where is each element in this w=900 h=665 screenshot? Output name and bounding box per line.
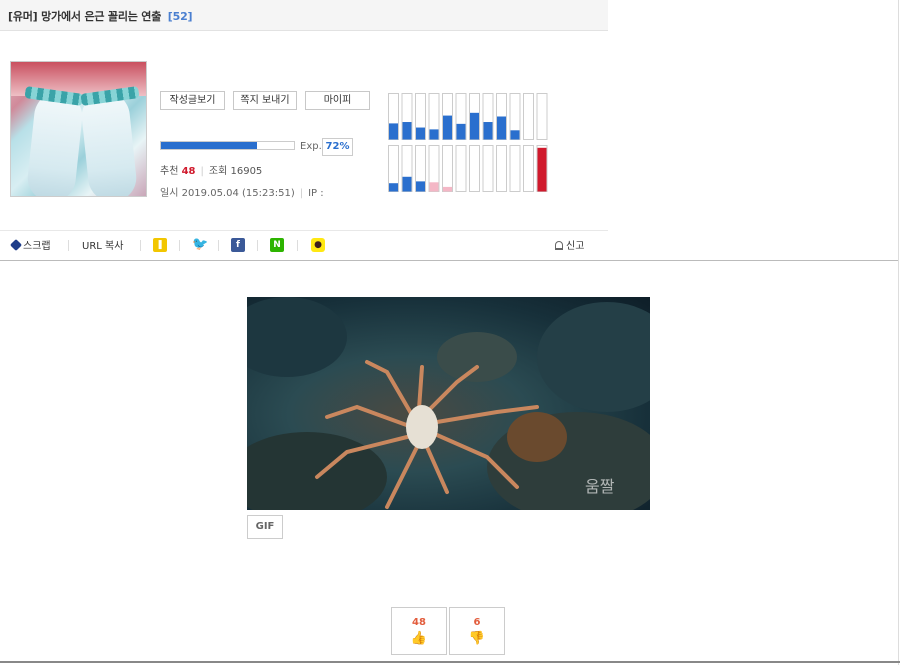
activity-slot [536, 93, 548, 140]
activity-bar [483, 122, 493, 140]
comment-count[interactable]: [52] [168, 10, 193, 23]
activity-bar [389, 123, 398, 140]
activity-bar [389, 183, 398, 192]
activity-bar [429, 129, 439, 140]
activity-bar [429, 182, 439, 192]
gif-badge[interactable]: GIF [247, 515, 283, 539]
exp-bar [160, 141, 295, 150]
activity-bar [497, 116, 506, 140]
activity-slot [442, 145, 453, 192]
recommend-count: 48 [181, 166, 196, 177]
views-count: 16905 [230, 166, 263, 177]
activity-bar [416, 127, 425, 140]
report-button[interactable]: 신고 [555, 237, 584, 252]
scrap-icon [9, 238, 23, 252]
activity-chart [388, 93, 554, 193]
activity-slot [509, 145, 521, 192]
activity-slot [455, 145, 467, 192]
downvote-count: 6 [473, 617, 481, 628]
exp-label: Exp. [300, 141, 322, 152]
activity-bar [402, 176, 412, 192]
activity-bar [443, 186, 452, 192]
kakao-icon[interactable]: ● [311, 238, 325, 252]
yellow-share-icon[interactable]: ❚ [153, 238, 167, 252]
post-gif[interactable]: 움짤 [247, 297, 650, 510]
views-label: 조회 [208, 166, 228, 177]
post-category: [유머] [8, 10, 38, 23]
activity-bar [402, 122, 412, 140]
thumbs-down-icon: 👎 [468, 631, 486, 646]
post-title: [유머] 망가에서 은근 꼴리는 연출 [52] [8, 8, 193, 24]
view-posts-button[interactable]: 작성글보기 [160, 91, 225, 110]
activity-bar [537, 147, 547, 192]
send-message-button[interactable]: 쪽지 보내기 [233, 91, 297, 110]
activity-bar [510, 130, 520, 140]
share-bar: 스크랩 URL 복사 ❚ 🐦 f N ● 신고 [0, 230, 608, 259]
report-icon [555, 241, 563, 250]
naver-icon[interactable]: N [270, 238, 284, 252]
activity-bar [456, 123, 466, 140]
upvote-count: 48 [412, 617, 426, 628]
activity-slot [469, 145, 480, 192]
activity-bar [443, 115, 452, 140]
activity-slot [523, 93, 534, 140]
activity-slot [523, 145, 534, 192]
scrap-label: 스크랩 [23, 241, 51, 252]
mypi-button[interactable]: 마이피 [305, 91, 370, 110]
exp-percent: 72% [322, 138, 353, 156]
content-divider [0, 260, 898, 261]
activity-chart-svg [388, 93, 548, 192]
avatar[interactable] [10, 61, 147, 197]
ip-label: IP : [308, 188, 324, 199]
activity-bar [416, 181, 425, 192]
recommend-label: 추천 [160, 166, 179, 177]
activity-slot [482, 145, 494, 192]
scrap-button[interactable]: 스크랩 [9, 237, 51, 252]
activity-slot [496, 145, 507, 192]
post-date: 일시 2019.05.04 (15:23:51) [160, 188, 295, 199]
url-copy-button[interactable]: URL 복사 [82, 237, 123, 252]
post-stats: 추천 48 | 조회 16905 [160, 166, 263, 177]
post-title-text: 망가에서 은근 꼴리는 연출 [41, 10, 162, 23]
exp-bar-fill [161, 142, 257, 149]
thumbs-up-icon: 👍 [410, 631, 428, 646]
gif-scene: 움짤 [247, 297, 650, 510]
post-view: [유머] 망가에서 은근 꼴리는 연출 [52] 작성글보기 쪽지 보내기 마이… [0, 0, 900, 665]
report-label: 신고 [566, 241, 585, 252]
post-title-bar: [유머] 망가에서 은근 꼴리는 연출 [52] [0, 0, 608, 31]
gif-watermark: 움짤 [585, 477, 615, 496]
upvote-button[interactable]: 48 👍 [391, 607, 447, 655]
facebook-icon[interactable]: f [231, 238, 245, 252]
post-date-line: 일시 2019.05.04 (15:23:51) | IP : [160, 188, 324, 199]
downvote-button[interactable]: 6 👎 [449, 607, 505, 655]
activity-bar [470, 112, 479, 140]
twitter-icon[interactable]: 🐦 [192, 238, 208, 252]
creature-body [406, 405, 438, 449]
